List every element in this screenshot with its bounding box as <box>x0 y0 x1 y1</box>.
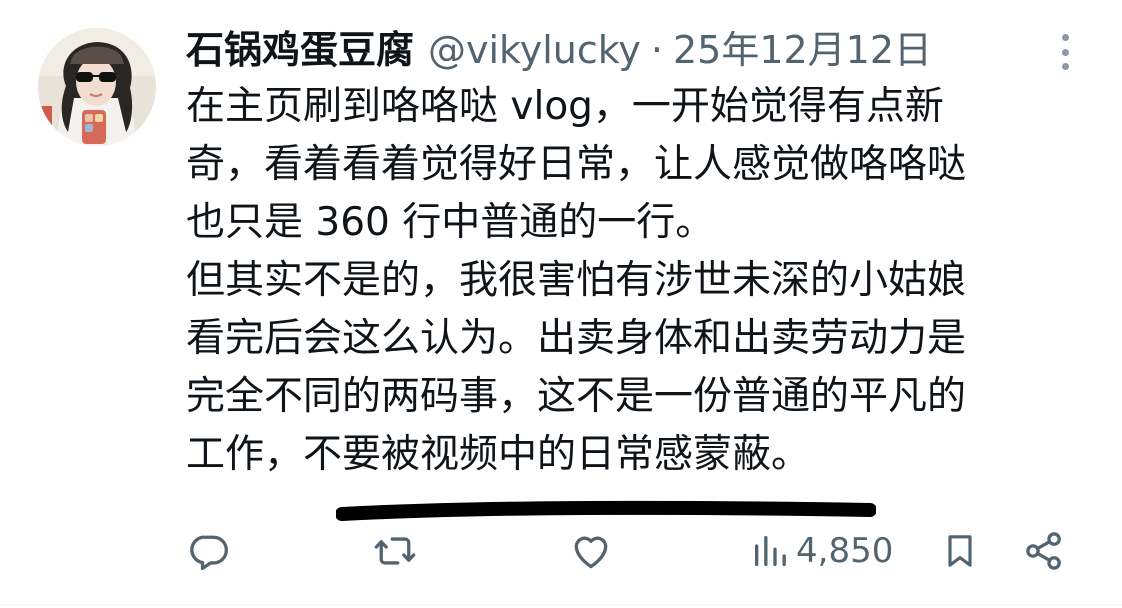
retweet-icon <box>374 537 416 565</box>
bookmark-button[interactable] <box>940 525 980 577</box>
separator-dot: · <box>650 28 663 72</box>
tweet-text-line: 工作，不要被视频中的日常感蒙蔽。 <box>186 432 811 477</box>
tweet-text-line: 但其实不是的，我很害怕有涉世未深的小姑娘 <box>186 258 967 303</box>
tweet-text-line: 完全不同的两码事，这不是一份普通的平凡的 <box>186 374 967 419</box>
tweet-header: 石锅鸡蛋豆腐 @vikylucky · 25年12月12日 <box>186 22 932 78</box>
tweet-text-line: 奇，看着看着觉得好日常，让人感觉做咯咯哒 <box>186 142 967 187</box>
tweet-text-line: 也只是 360 行中普通的一行。 <box>186 200 715 245</box>
divider <box>0 604 1122 605</box>
tweet-text: 在主页刷到咯咯哒 vlog，一开始觉得有点新 奇，看着看着觉得好日常，让人感觉做… <box>186 78 1086 484</box>
views-button[interactable]: 4,850 <box>750 525 893 577</box>
share-icon <box>1026 532 1061 570</box>
user-handle[interactable]: @vikylucky <box>428 22 641 78</box>
reply-button[interactable] <box>186 525 230 577</box>
reply-icon <box>190 535 228 571</box>
avatar-image <box>38 28 156 146</box>
share-button[interactable] <box>1022 525 1066 577</box>
tweet-card[interactable]: 石锅鸡蛋豆腐 @vikylucky · 25年12月12日 在主页刷到咯咯哒 v… <box>0 0 1122 608</box>
display-name[interactable]: 石锅鸡蛋豆腐 <box>186 22 414 78</box>
bookmark-icon <box>948 535 972 567</box>
avatar[interactable] <box>38 28 156 146</box>
tweet-date[interactable]: 25年12月12日 <box>673 22 932 78</box>
views-count: 4,850 <box>796 531 894 571</box>
heart-icon <box>574 536 608 569</box>
like-button[interactable] <box>568 525 614 577</box>
tweet-text-line: 在主页刷到咯咯哒 vlog，一开始觉得有点新 <box>186 84 944 129</box>
action-bar: 4,850 <box>186 525 1076 577</box>
more-vertical-icon[interactable] <box>1050 30 1080 74</box>
views-bar-chart-icon <box>755 536 786 566</box>
retweet-button[interactable] <box>372 525 418 577</box>
hand-drawn-underline <box>336 500 876 521</box>
tweet-text-line: 看完后会这么认为。出卖身体和出卖劳动力是 <box>186 316 967 361</box>
